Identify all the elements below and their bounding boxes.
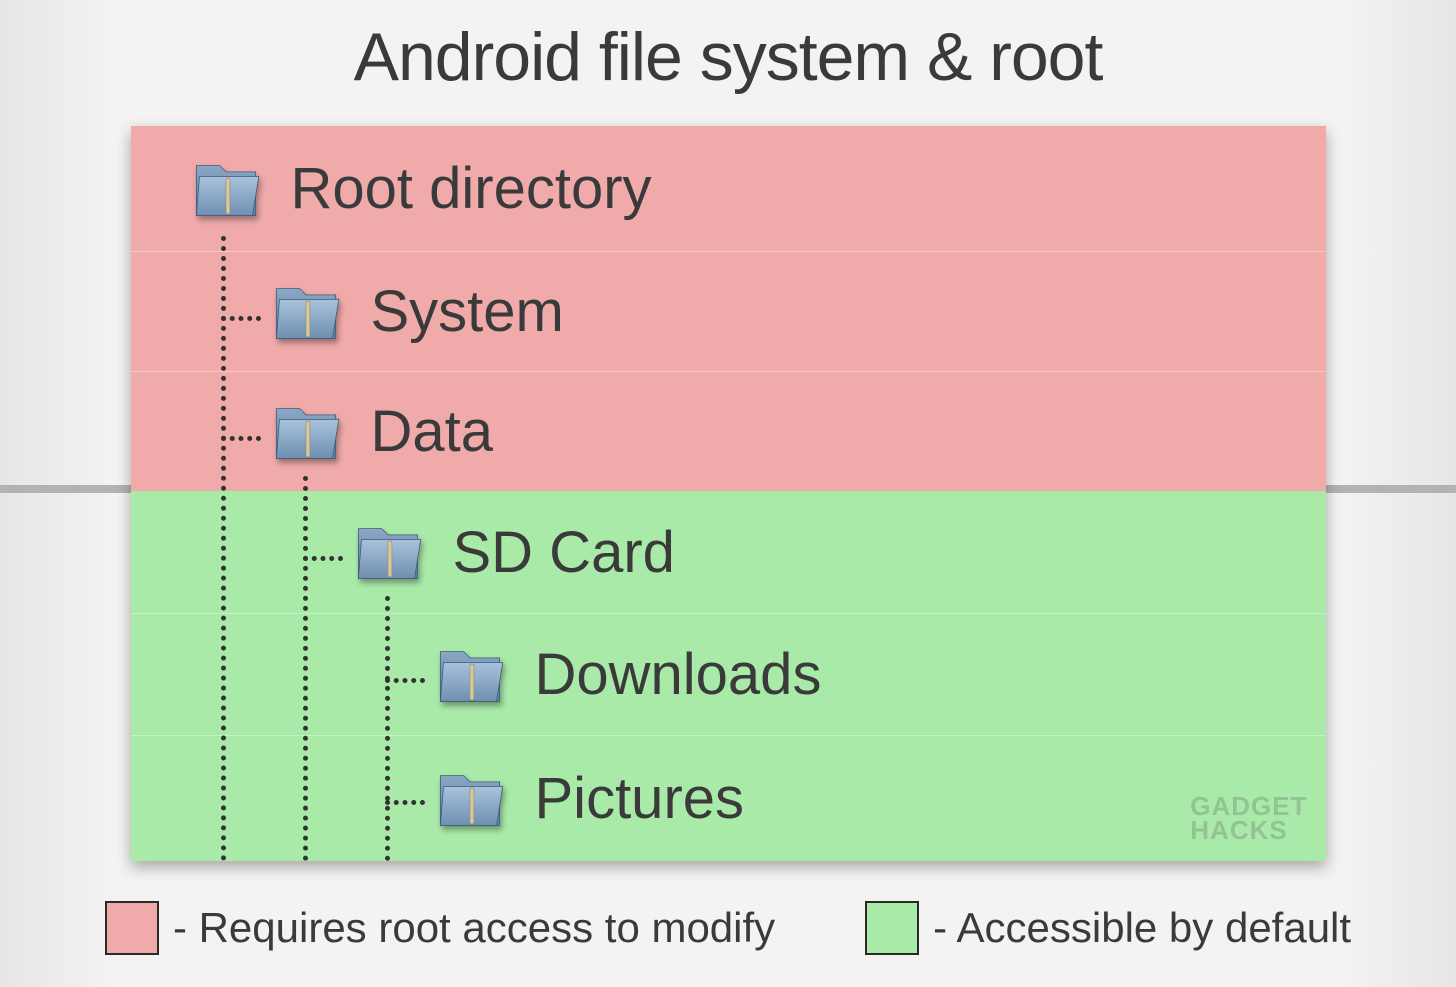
folder-label: SD Card bbox=[453, 519, 675, 586]
tree-connector bbox=[385, 596, 390, 861]
legend: - Requires root access to modify - Acces… bbox=[0, 901, 1456, 955]
folder-row-system: System bbox=[131, 251, 1326, 371]
folder-row-downloads: Downloads bbox=[131, 613, 1326, 735]
legend-swatch-default bbox=[865, 901, 919, 955]
folder-label: Data bbox=[371, 398, 494, 465]
folder-row-pictures: Pictures bbox=[131, 735, 1326, 861]
folder-label: System bbox=[371, 278, 564, 345]
legend-label-default: - Accessible by default bbox=[933, 904, 1351, 952]
legend-item-root: - Requires root access to modify bbox=[105, 901, 775, 955]
legend-item-default: - Accessible by default bbox=[865, 901, 1351, 955]
tree-connector bbox=[385, 800, 425, 805]
tree-connector bbox=[221, 436, 261, 441]
folder-label: Downloads bbox=[535, 641, 822, 708]
diagram-title: Android file system & root bbox=[0, 0, 1456, 96]
folder-icon bbox=[187, 150, 265, 228]
folder-icon bbox=[431, 760, 509, 838]
legend-swatch-root bbox=[105, 901, 159, 955]
folder-label: Pictures bbox=[535, 765, 745, 832]
folder-row-data: Data bbox=[131, 371, 1326, 491]
filesystem-board: Root directory System Data bbox=[131, 126, 1326, 861]
tree-connector bbox=[303, 556, 343, 561]
watermark: GADGET HACKS bbox=[1190, 794, 1307, 843]
tree-connector bbox=[385, 678, 425, 683]
tree-connector bbox=[221, 236, 226, 861]
folder-icon bbox=[349, 513, 427, 591]
tree-connector bbox=[303, 476, 308, 861]
legend-label-root: - Requires root access to modify bbox=[173, 904, 775, 952]
folder-icon bbox=[267, 273, 345, 351]
folder-icon bbox=[431, 636, 509, 714]
folder-row-sdcard: SD Card bbox=[131, 491, 1326, 613]
folder-row-root: Root directory bbox=[131, 126, 1326, 251]
folder-label: Root directory bbox=[291, 155, 652, 222]
tree-connector bbox=[221, 316, 261, 321]
folder-icon bbox=[267, 393, 345, 471]
watermark-line2: HACKS bbox=[1190, 818, 1307, 843]
